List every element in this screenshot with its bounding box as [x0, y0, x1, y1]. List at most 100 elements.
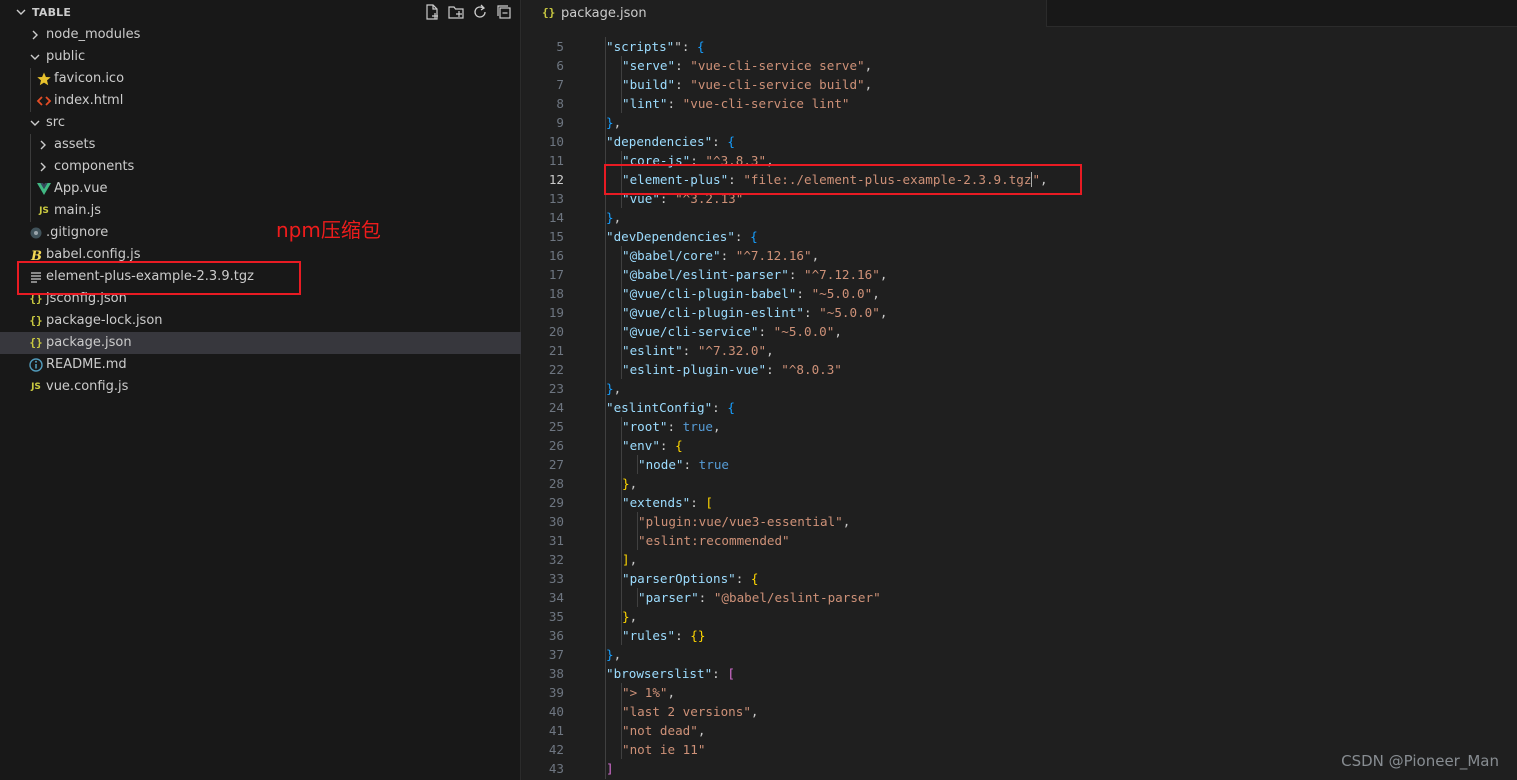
code-line[interactable]: 21 "eslint": "^7.32.0",: [522, 341, 1517, 360]
line-number: 25: [548, 419, 564, 434]
code-token: ,: [834, 324, 842, 339]
line-number: 31: [548, 533, 564, 548]
code-text: "node": true: [638, 455, 729, 474]
code-line[interactable]: 8 "lint": "vue-cli-service lint": [522, 94, 1517, 113]
code-token: ,: [697, 723, 706, 738]
code-line[interactable]: 35},: [522, 607, 1517, 626]
code-token: }: [606, 647, 614, 662]
code-line[interactable]: 27 "node": true: [522, 455, 1517, 474]
code-line[interactable]: 31 "eslint:recommended": [522, 531, 1517, 550]
code-line[interactable]: 24 "eslintConfig": {: [522, 398, 1517, 417]
code-line[interactable]: 33 "parserOptions": {: [522, 569, 1517, 588]
code-token: "eslint": [622, 343, 683, 358]
chevron-right-icon[interactable]: [28, 28, 42, 42]
code-token: }: [606, 381, 614, 396]
folder-item[interactable]: public: [0, 46, 521, 68]
refresh-icon[interactable]: [471, 3, 489, 21]
file-item[interactable]: .gitignore: [0, 222, 521, 244]
file-item[interactable]: {} package-lock.json: [0, 310, 521, 332]
code-text: "devDependencies": {: [606, 227, 758, 246]
code-text: "extends": [: [622, 493, 713, 512]
chevron-down-icon[interactable]: [14, 5, 28, 19]
folder-item[interactable]: assets: [0, 134, 521, 156]
code-token: :: [735, 571, 751, 586]
code-token: :: [675, 628, 691, 643]
explorer-header[interactable]: TABLE: [0, 0, 521, 24]
chevron-right-icon[interactable]: [36, 138, 50, 152]
code-token: ]: [622, 552, 630, 567]
code-line[interactable]: 29 "extends": [: [522, 493, 1517, 512]
code-line[interactable]: 18 "@vue/cli-plugin-babel": "~5.0.0",: [522, 284, 1517, 303]
file-item[interactable]: index.html: [0, 90, 521, 112]
code-line[interactable]: 14},: [522, 208, 1517, 227]
chevron-down-icon[interactable]: [28, 50, 42, 64]
code-token: "^8.0.3": [781, 362, 842, 377]
code-line[interactable]: 7 "build": "vue-cli-service build",: [522, 75, 1517, 94]
code-line[interactable]: 39 "> 1%",: [522, 683, 1517, 702]
code-token: "extends": [622, 495, 691, 510]
code-line[interactable]: 10 "dependencies": {: [522, 132, 1517, 151]
code-line[interactable]: 23},: [522, 379, 1517, 398]
file-item[interactable]: favicon.ico: [0, 68, 521, 90]
code-line[interactable]: 25 "root": true,: [522, 417, 1517, 436]
annotation-label: npm压缩包: [276, 218, 381, 242]
chevron-down-icon[interactable]: [28, 116, 42, 130]
new-file-icon[interactable]: [423, 3, 441, 21]
code-line[interactable]: 36 "rules": {}: [522, 626, 1517, 645]
code-token: ,: [872, 286, 880, 301]
code-line[interactable]: 17 "@babel/eslint-parser": "^7.12.16",: [522, 265, 1517, 284]
file-item[interactable]: App.vue: [0, 178, 521, 200]
code-line[interactable]: 32],: [522, 550, 1517, 569]
code-line[interactable]: 19 "@vue/cli-plugin-eslint": "~5.0.0",: [522, 303, 1517, 322]
line-number: 11: [548, 153, 564, 168]
code-editor[interactable]: 5 "scripts"": {6 "serve": "vue-cli-service…: [522, 37, 1517, 778]
code-token: "root": [622, 419, 668, 434]
code-line[interactable]: 15 "devDependencies": {: [522, 227, 1517, 246]
line-number: 20: [548, 324, 564, 339]
code-line[interactable]: 30 "plugin:vue/vue3-essential",: [522, 512, 1517, 531]
code-line[interactable]: 9},: [522, 113, 1517, 132]
code-token: ,: [713, 419, 721, 434]
code-text: "@vue/cli-plugin-eslint": "~5.0.0",: [622, 303, 887, 322]
folder-item[interactable]: src: [0, 112, 521, 134]
line-number: 41: [548, 723, 564, 738]
file-item[interactable]: JS main.js: [0, 200, 521, 222]
chevron-right-icon[interactable]: [36, 160, 50, 174]
code-line[interactable]: 26 "env": {: [522, 436, 1517, 455]
line-number: 26: [548, 438, 564, 453]
line-number: 43: [548, 761, 564, 776]
code-line[interactable]: 16 "@babel/core": "^7.12.16",: [522, 246, 1517, 265]
code-line[interactable]: 22 "eslint-plugin-vue": "^8.0.3": [522, 360, 1517, 379]
code-token: "build": [622, 77, 676, 92]
folder-item[interactable]: node_modules: [0, 24, 521, 46]
code-token: :: [788, 267, 804, 282]
code-line[interactable]: 5 "scripts"": {: [522, 37, 1517, 56]
code-line[interactable]: 20 "@vue/cli-service": "~5.0.0",: [522, 322, 1517, 341]
line-number: 29: [548, 495, 564, 510]
file-item[interactable]: README.md: [0, 354, 521, 376]
code-line[interactable]: 34 "parser": "@babel/eslint-parser": [522, 588, 1517, 607]
line-number: 17: [548, 267, 564, 282]
code-token: "@babel/core": [622, 248, 721, 263]
code-line[interactable]: 6 "serve": "vue-cli-service serve",: [522, 56, 1517, 75]
code-line[interactable]: 37},: [522, 645, 1517, 664]
collapse-all-icon[interactable]: [495, 3, 513, 21]
tree-item-label: index.html: [54, 93, 124, 108]
code-line[interactable]: 41 "not dead",: [522, 721, 1517, 740]
js-icon: JS: [39, 206, 49, 216]
code-line[interactable]: 40 "last 2 versions",: [522, 702, 1517, 721]
new-folder-icon[interactable]: [447, 3, 465, 21]
code-line[interactable]: 38 "browserslist": [: [522, 664, 1517, 683]
code-line[interactable]: 28},: [522, 474, 1517, 493]
folder-item[interactable]: components: [0, 156, 521, 178]
code-token: "^7.12.16": [803, 267, 880, 282]
file-item[interactable]: JS vue.config.js: [0, 376, 521, 398]
code-token: "~5.0.0": [819, 305, 880, 320]
code-token: "^7.12.16": [735, 248, 812, 263]
file-item[interactable]: {} package.json: [0, 332, 521, 354]
code-token: "vue-cli-service lint": [682, 96, 850, 111]
tab-package-json[interactable]: {} package.json: [522, 0, 1047, 27]
line-number: 34: [548, 590, 564, 605]
code-text: },: [622, 474, 637, 493]
code-indent-guide: [637, 455, 638, 474]
